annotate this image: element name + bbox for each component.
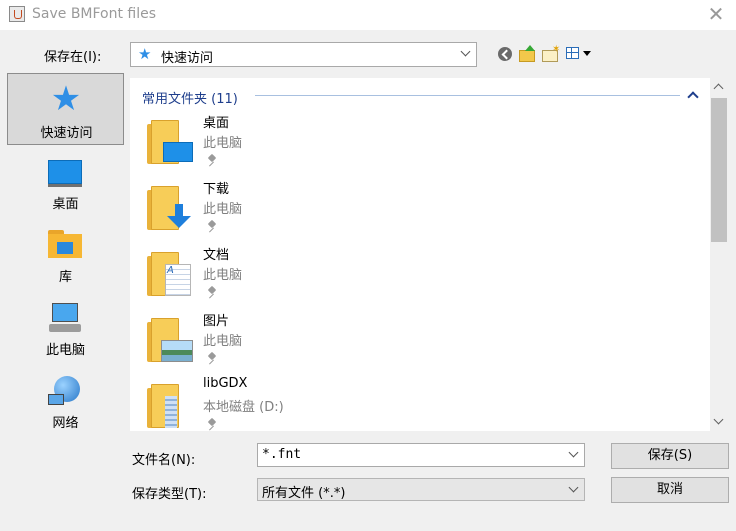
up-folder-icon[interactable] xyxy=(518,45,538,63)
look-in-combo[interactable]: ★ 快速访问 xyxy=(130,42,477,67)
item-location: 此电脑 xyxy=(203,136,243,151)
filename-input[interactable]: *.fnt xyxy=(257,443,585,467)
back-icon[interactable] xyxy=(496,45,516,63)
place-label: 快速访问 xyxy=(40,126,93,141)
look-in-value: 快速访问 xyxy=(161,51,214,66)
place-this-pc[interactable]: 此电脑 xyxy=(7,293,124,365)
network-icon xyxy=(46,374,84,408)
list-item[interactable]: A 文档 此电脑 xyxy=(144,242,664,308)
chevron-down-icon xyxy=(568,446,580,460)
group-header[interactable]: 常用文件夹 (11) xyxy=(142,88,238,107)
list-item[interactable]: libGDX 本地磁盘 (D:) xyxy=(144,374,664,431)
filetype-value: 所有文件 (*.*) xyxy=(262,486,346,501)
item-location: 此电脑 xyxy=(203,268,243,283)
new-folder-icon[interactable]: ✶ xyxy=(541,44,561,63)
list-item[interactable]: 下载 此电脑 xyxy=(144,176,664,242)
folder-icon xyxy=(147,382,193,428)
close-icon[interactable]: ✕ xyxy=(706,3,726,25)
pin-icon xyxy=(207,419,217,431)
file-list[interactable]: 常用文件夹 (11) 桌面 此电脑 下载 此电脑 A 文档 此电脑 图片 此电脑… xyxy=(130,78,728,431)
collapse-chevron-icon[interactable] xyxy=(686,88,700,100)
documents-folder-icon: A xyxy=(147,250,193,296)
place-network[interactable]: 网络 xyxy=(7,366,124,438)
look-in-label: 保存在(I): xyxy=(44,50,102,65)
view-menu-icon[interactable] xyxy=(566,45,596,63)
vertical-scrollbar[interactable] xyxy=(710,78,728,431)
quick-access-star-icon: ★ xyxy=(50,79,82,119)
place-desktop[interactable]: 桌面 xyxy=(7,147,124,219)
pictures-folder-icon xyxy=(147,316,193,362)
place-library[interactable]: 库 xyxy=(7,220,124,292)
window-title: Save BMFont files xyxy=(32,6,157,22)
filetype-label: 保存类型(T): xyxy=(132,487,207,502)
list-item[interactable]: 图片 此电脑 xyxy=(144,308,664,374)
this-pc-icon xyxy=(46,301,84,335)
item-name: 桌面 xyxy=(203,116,230,131)
pin-icon xyxy=(207,287,217,299)
item-name: 图片 xyxy=(203,314,230,329)
places-bar: ★ 快速访问 桌面 库 此电脑 网络 xyxy=(7,73,124,521)
filename-value: *.fnt xyxy=(262,447,302,462)
pin-icon xyxy=(207,155,217,167)
item-name: libGDX xyxy=(203,376,248,391)
cancel-button[interactable]: 取消 xyxy=(611,477,729,503)
item-name: 下载 xyxy=(203,182,230,197)
place-label: 桌面 xyxy=(52,197,79,212)
scroll-thumb[interactable] xyxy=(711,98,727,242)
place-label: 此电脑 xyxy=(45,343,85,358)
library-icon xyxy=(46,228,84,262)
item-location: 本地磁盘 (D:) xyxy=(203,400,284,415)
scroll-up-icon[interactable] xyxy=(710,78,728,96)
item-location: 此电脑 xyxy=(203,334,243,349)
chevron-down-icon xyxy=(460,45,472,59)
place-label: 网络 xyxy=(52,416,79,431)
save-button[interactable]: 保存(S) xyxy=(611,443,729,469)
java-app-icon xyxy=(9,6,25,22)
pin-icon xyxy=(207,221,217,233)
item-name: 文档 xyxy=(203,248,230,263)
star-icon: ★ xyxy=(138,45,152,63)
desktop-icon xyxy=(46,155,84,189)
desktop-folder-icon xyxy=(147,118,193,164)
chevron-down-icon xyxy=(568,481,580,495)
place-quick-access[interactable]: ★ 快速访问 xyxy=(7,73,124,145)
scroll-down-icon[interactable] xyxy=(710,413,728,431)
downloads-folder-icon xyxy=(147,184,193,230)
item-location: 此电脑 xyxy=(203,202,243,217)
title-bar: Save BMFont files ✕ xyxy=(0,0,736,30)
filetype-select[interactable]: 所有文件 (*.*) xyxy=(257,478,585,501)
place-label: 库 xyxy=(58,270,72,285)
group-divider xyxy=(255,95,680,96)
pin-icon xyxy=(207,353,217,365)
filename-label: 文件名(N): xyxy=(132,453,196,468)
list-item[interactable]: 桌面 此电脑 xyxy=(144,110,664,176)
